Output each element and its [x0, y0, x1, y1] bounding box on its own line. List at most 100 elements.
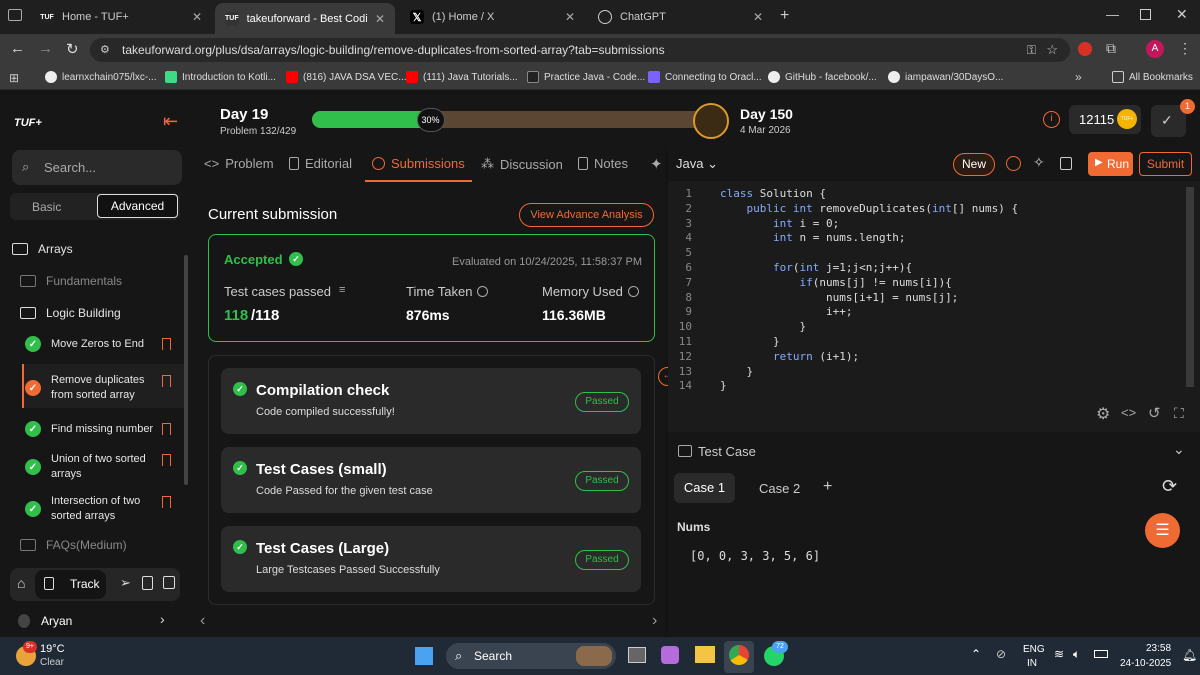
home-icon[interactable]: ⌂ [17, 575, 25, 591]
add-case-button[interactable]: + [823, 478, 832, 496]
reset-icon[interactable]: ⟳ [1162, 476, 1177, 497]
mode-advanced[interactable]: Advanced [97, 194, 178, 218]
editor-scrollbar[interactable] [1186, 187, 1194, 387]
bookmark-icon[interactable] [162, 338, 171, 350]
file-explorer-icon[interactable] [695, 646, 715, 663]
profile-avatar[interactable]: A [1146, 40, 1164, 58]
fullscreen-icon[interactable]: ⛶ [1174, 405, 1184, 422]
tab-home-tuf[interactable]: TUF Home - TUF+ ✕ [30, 5, 212, 29]
tuf-logo[interactable]: TUF+ [14, 117, 42, 129]
bookmark-item[interactable]: Introduction to Kotli... [165, 71, 276, 83]
tab-chatgpt[interactable]: ChatGPT ✕ [588, 5, 773, 29]
close-window-icon[interactable]: ✕ [1176, 6, 1188, 23]
bookmark-icon[interactable] [162, 496, 171, 508]
param-value[interactable]: [0, 0, 3, 3, 5, 6] [690, 549, 820, 563]
bookmark-icon[interactable] [162, 375, 171, 387]
view-advance-analysis-button[interactable]: View Advance Analysis [519, 203, 654, 227]
bookmark-item[interactable]: iampawan/30DaysO... [888, 71, 1003, 83]
bookmark-item[interactable]: Connecting to Oracl... [648, 71, 762, 83]
battery-icon[interactable] [1094, 650, 1108, 658]
sidebar-scrollbar[interactable] [184, 255, 188, 485]
case-2-tab[interactable]: Case 2 [759, 481, 800, 496]
sidebar-problem-intersection[interactable]: ✓ Intersection of two sorted arrays [25, 494, 156, 524]
search-box[interactable]: ⌕ Search... [12, 150, 182, 185]
bookmark-item[interactable]: Practice Java - Code... [527, 71, 645, 83]
history-icon[interactable]: ↺ [1148, 404, 1161, 422]
bookmark-item[interactable]: (816) JAVA DSA VEC... [286, 71, 407, 83]
bookmark-icon[interactable] [162, 454, 171, 466]
bookmark-item[interactable]: learnxchain075/lxc-... [45, 71, 157, 83]
sidebar-problem-move-zeros[interactable]: ✓ Move Zeros to End [25, 336, 156, 352]
sidebar-item-fundamentals[interactable]: Fundamentals [20, 274, 122, 288]
file-icon[interactable] [142, 576, 153, 590]
run-button[interactable]: ▶ Run [1088, 152, 1133, 176]
notebook-icon[interactable] [163, 576, 175, 589]
sidebar-section-arrays[interactable]: Arrays [12, 242, 73, 256]
menu-kebab-icon[interactable]: ⋮ [1178, 40, 1192, 57]
sidebar-problem-missing-number[interactable]: ✓ Find missing number [25, 421, 156, 437]
timer-icon[interactable] [1006, 156, 1021, 171]
tab-editorial[interactable]: Editorial [289, 156, 352, 171]
windows-start-icon[interactable] [415, 647, 433, 665]
close-icon[interactable]: ✕ [753, 10, 763, 24]
bookmark-icon[interactable] [162, 423, 171, 435]
taskbar-search[interactable]: ⌕ Search [446, 643, 616, 669]
sidebar-problem-union[interactable]: ✓ Union of two sorted arrays [25, 452, 156, 482]
copilot-icon[interactable] [661, 646, 679, 664]
apps-grid-icon[interactable]: ⊞ [9, 71, 19, 85]
tab-discussion[interactable]: ⁂ Discussion [481, 156, 563, 172]
sidebar-problem-remove-duplicates[interactable]: ✓ Remove duplicates from sorted array [25, 373, 156, 403]
search-input[interactable]: Search... [44, 160, 96, 175]
sparkle-icon[interactable]: ✦ [650, 155, 663, 173]
track-button[interactable]: Track [35, 570, 106, 599]
magic-wand-icon[interactable]: ✧ [1033, 154, 1045, 171]
network-off-icon[interactable]: ⊘ [996, 647, 1006, 661]
submit-button[interactable]: Submit [1139, 152, 1192, 176]
forward-icon[interactable]: → [38, 40, 53, 57]
scroll-left-icon[interactable]: ‹ [200, 612, 205, 630]
chrome-icon[interactable] [729, 645, 749, 665]
reload-icon[interactable]: ↻ [66, 40, 79, 58]
tab-takeuforward[interactable]: TUF takeuforward - Best Coding Tut ✕ [215, 3, 395, 34]
back-icon[interactable]: ← [10, 40, 25, 57]
user-row[interactable]: Aryan › [18, 611, 183, 631]
new-tab-button[interactable]: + [780, 7, 789, 25]
maximize-icon[interactable] [1140, 9, 1151, 20]
send-icon[interactable]: ➢ [120, 575, 131, 591]
site-info-icon[interactable]: ⚙ [100, 38, 110, 62]
close-icon[interactable]: ✕ [375, 12, 385, 26]
chevron-down-icon[interactable]: ⌄ [1173, 441, 1185, 458]
task-view-icon[interactable] [628, 647, 646, 663]
copy-icon[interactable] [1060, 157, 1072, 170]
tab-search-icon[interactable] [8, 9, 22, 21]
case-1-tab[interactable]: Case 1 [674, 473, 735, 503]
wifi-icon[interactable]: ≋ [1054, 647, 1064, 661]
collapse-sidebar-icon[interactable]: ⇤ [163, 111, 178, 132]
minimize-icon[interactable]: — [1106, 7, 1119, 22]
close-icon[interactable]: ✕ [192, 10, 202, 24]
more-bookmarks-button[interactable]: » [1075, 70, 1082, 84]
settings-gear-icon[interactable]: ⚙ [1096, 404, 1110, 424]
all-bookmarks-button[interactable]: All Bookmarks [1112, 71, 1193, 83]
extensions-puzzle-icon[interactable]: ⧉ [1106, 40, 1116, 57]
chat-support-icon[interactable]: ☰ [1145, 513, 1180, 548]
tab-submissions[interactable]: Submissions [372, 156, 465, 171]
password-key-icon[interactable]: ⚿ [1027, 38, 1036, 62]
tab-problem[interactable]: <> Problem [204, 156, 274, 171]
bookmark-item[interactable]: (111) Java Tutorials... [406, 71, 518, 83]
url-field[interactable]: ⚙ takeuforward.org/plus/dsa/arrays/logic… [90, 38, 1070, 62]
bookmark-item[interactable]: GitHub - facebook/... [768, 71, 877, 83]
sidebar-item-logic-building[interactable]: Logic Building [20, 306, 121, 320]
clock-time[interactable]: 23:58 [1146, 643, 1171, 654]
coins-display[interactable]: 12115 TUF+ [1069, 105, 1141, 134]
code-format-icon[interactable]: <> [1121, 405, 1136, 420]
chevron-up-icon[interactable]: ⌃ [971, 647, 981, 661]
bookmark-star-icon[interactable]: ☆ [1046, 38, 1058, 62]
notifications-bell-icon[interactable]: 🔔︎ [1182, 648, 1197, 662]
sidebar-item-faqs[interactable]: FAQs(Medium) [20, 538, 127, 552]
info-icon[interactable]: i [1043, 111, 1060, 128]
tab-x-home[interactable]: 𝕏 (1) Home / X ✕ [400, 5, 585, 29]
language-select[interactable]: Java ⌄ [676, 156, 718, 172]
extension-icon[interactable] [1078, 42, 1092, 56]
close-icon[interactable]: ✕ [565, 10, 575, 24]
